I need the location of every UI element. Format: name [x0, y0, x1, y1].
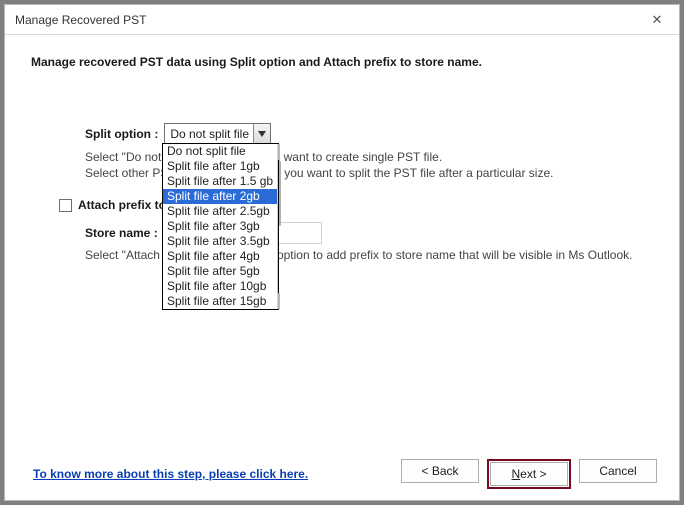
footer: To know more about this step, please cli… — [5, 452, 679, 500]
instructions-text: Manage recovered PST data using Split op… — [31, 55, 653, 69]
close-button[interactable]: ✕ — [635, 5, 679, 34]
dropdown-option[interactable]: Split file after 10gb — [163, 279, 277, 294]
dialog-window: Manage Recovered PST ✕ Manage recovered … — [4, 4, 680, 501]
titlebar: Manage Recovered PST ✕ — [5, 5, 679, 35]
next-button-label-u: N — [511, 467, 520, 481]
dialog-title: Manage Recovered PST — [15, 13, 635, 27]
dropdown-option[interactable]: Split file after 2.5gb — [163, 204, 277, 219]
back-button-label: < Back — [421, 464, 458, 478]
dropdown-option[interactable]: Do not split file — [163, 144, 277, 159]
scroll-down-button[interactable] — [278, 293, 280, 309]
next-button-label-rest: ext > — [520, 467, 546, 481]
cancel-button-label: Cancel — [599, 464, 636, 478]
content-area: Manage recovered PST data using Split op… — [5, 35, 679, 452]
split-option-dropdown: Do not split fileSplit file after 1gbSpl… — [162, 143, 279, 310]
prefix-checkbox[interactable] — [59, 199, 72, 212]
dropdown-option[interactable]: Split file after 1.5 gb — [163, 174, 277, 189]
split-option-label: Split option : — [85, 127, 158, 141]
dropdown-option[interactable]: Split file after 4gb — [163, 249, 277, 264]
dropdown-option[interactable]: Split file after 15gb — [163, 294, 277, 309]
dropdown-option[interactable]: Split file after 3gb — [163, 219, 277, 234]
close-icon: ✕ — [652, 12, 663, 28]
help-link[interactable]: To know more about this step, please cli… — [33, 467, 308, 481]
next-button-highlight: Next > — [487, 459, 571, 489]
scroll-up-button[interactable] — [278, 144, 280, 160]
button-bar: < Back Next > Cancel — [401, 459, 657, 489]
dropdown-option[interactable]: Split file after 5gb — [163, 264, 277, 279]
store-name-label: Store name : — [85, 226, 158, 240]
split-help-text-2: Select other PST size option, in case yo… — [85, 165, 553, 181]
scroll-thumb[interactable] — [279, 161, 281, 226]
split-option-value: Do not split file — [170, 127, 249, 141]
back-button[interactable]: < Back — [401, 459, 479, 483]
chevron-down-icon — [253, 124, 270, 143]
next-button[interactable]: Next > — [490, 462, 568, 486]
cancel-button[interactable]: Cancel — [579, 459, 657, 483]
dropdown-scrollbar[interactable] — [277, 144, 278, 309]
dropdown-option[interactable]: Split file after 3.5gb — [163, 234, 277, 249]
split-option-row: Split option : Do not split file — [85, 123, 271, 144]
dropdown-option[interactable]: Split file after 2gb — [163, 189, 277, 204]
split-option-combo[interactable]: Do not split file — [164, 123, 271, 144]
dropdown-option[interactable]: Split file after 1gb — [163, 159, 277, 174]
dropdown-items: Do not split fileSplit file after 1gbSpl… — [163, 144, 277, 309]
